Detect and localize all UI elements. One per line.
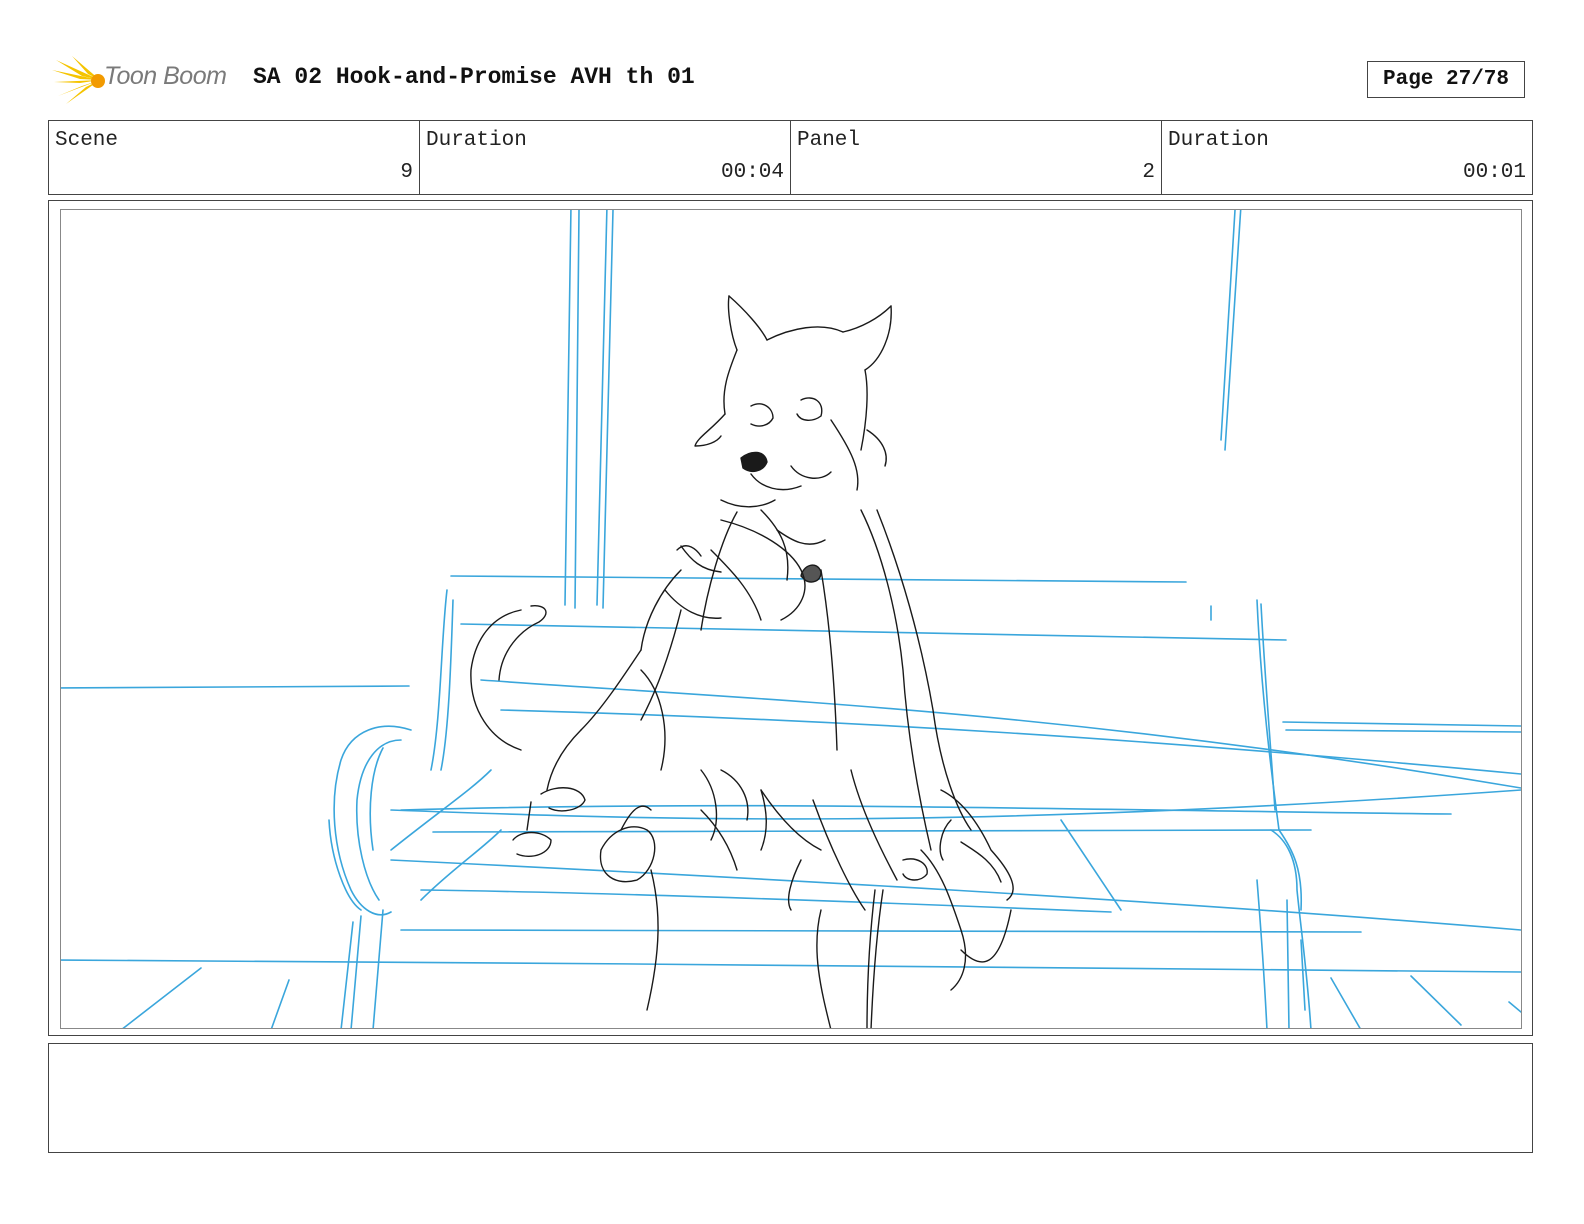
logo-wordmark: Toon Boom [104, 62, 227, 90]
scene-duration-cell: Duration 00:04 [420, 121, 791, 194]
page-title: SA 02 Hook-and-Promise AVH th 01 [253, 64, 695, 90]
panel-label: Panel [797, 129, 861, 152]
character-lines [470, 295, 1014, 1028]
panel-duration-value: 00:01 [1462, 161, 1526, 184]
scene-cell: Scene 9 [49, 121, 420, 194]
panel-value: 2 [1142, 161, 1155, 184]
starburst-icon [52, 56, 105, 104]
scene-duration-label: Duration [426, 129, 527, 152]
scene-value: 9 [400, 161, 413, 184]
panel-cell: Panel 2 [791, 121, 1162, 194]
panel-frame [60, 209, 1522, 1029]
scene-duration-value: 00:04 [720, 161, 784, 184]
background-lines [61, 210, 1521, 1028]
panel-notes-box [48, 1043, 1533, 1153]
panel-duration-label: Duration [1168, 129, 1269, 152]
scene-info-table: Scene 9 Duration 00:04 Panel 2 Duration … [48, 120, 1533, 195]
panel-duration-cell: Duration 00:01 [1162, 121, 1532, 194]
storyboard-panel [48, 200, 1533, 1036]
sketch-drawing [61, 210, 1521, 1028]
scene-label: Scene [55, 129, 119, 152]
page-number: Page 27/78 [1367, 61, 1525, 98]
